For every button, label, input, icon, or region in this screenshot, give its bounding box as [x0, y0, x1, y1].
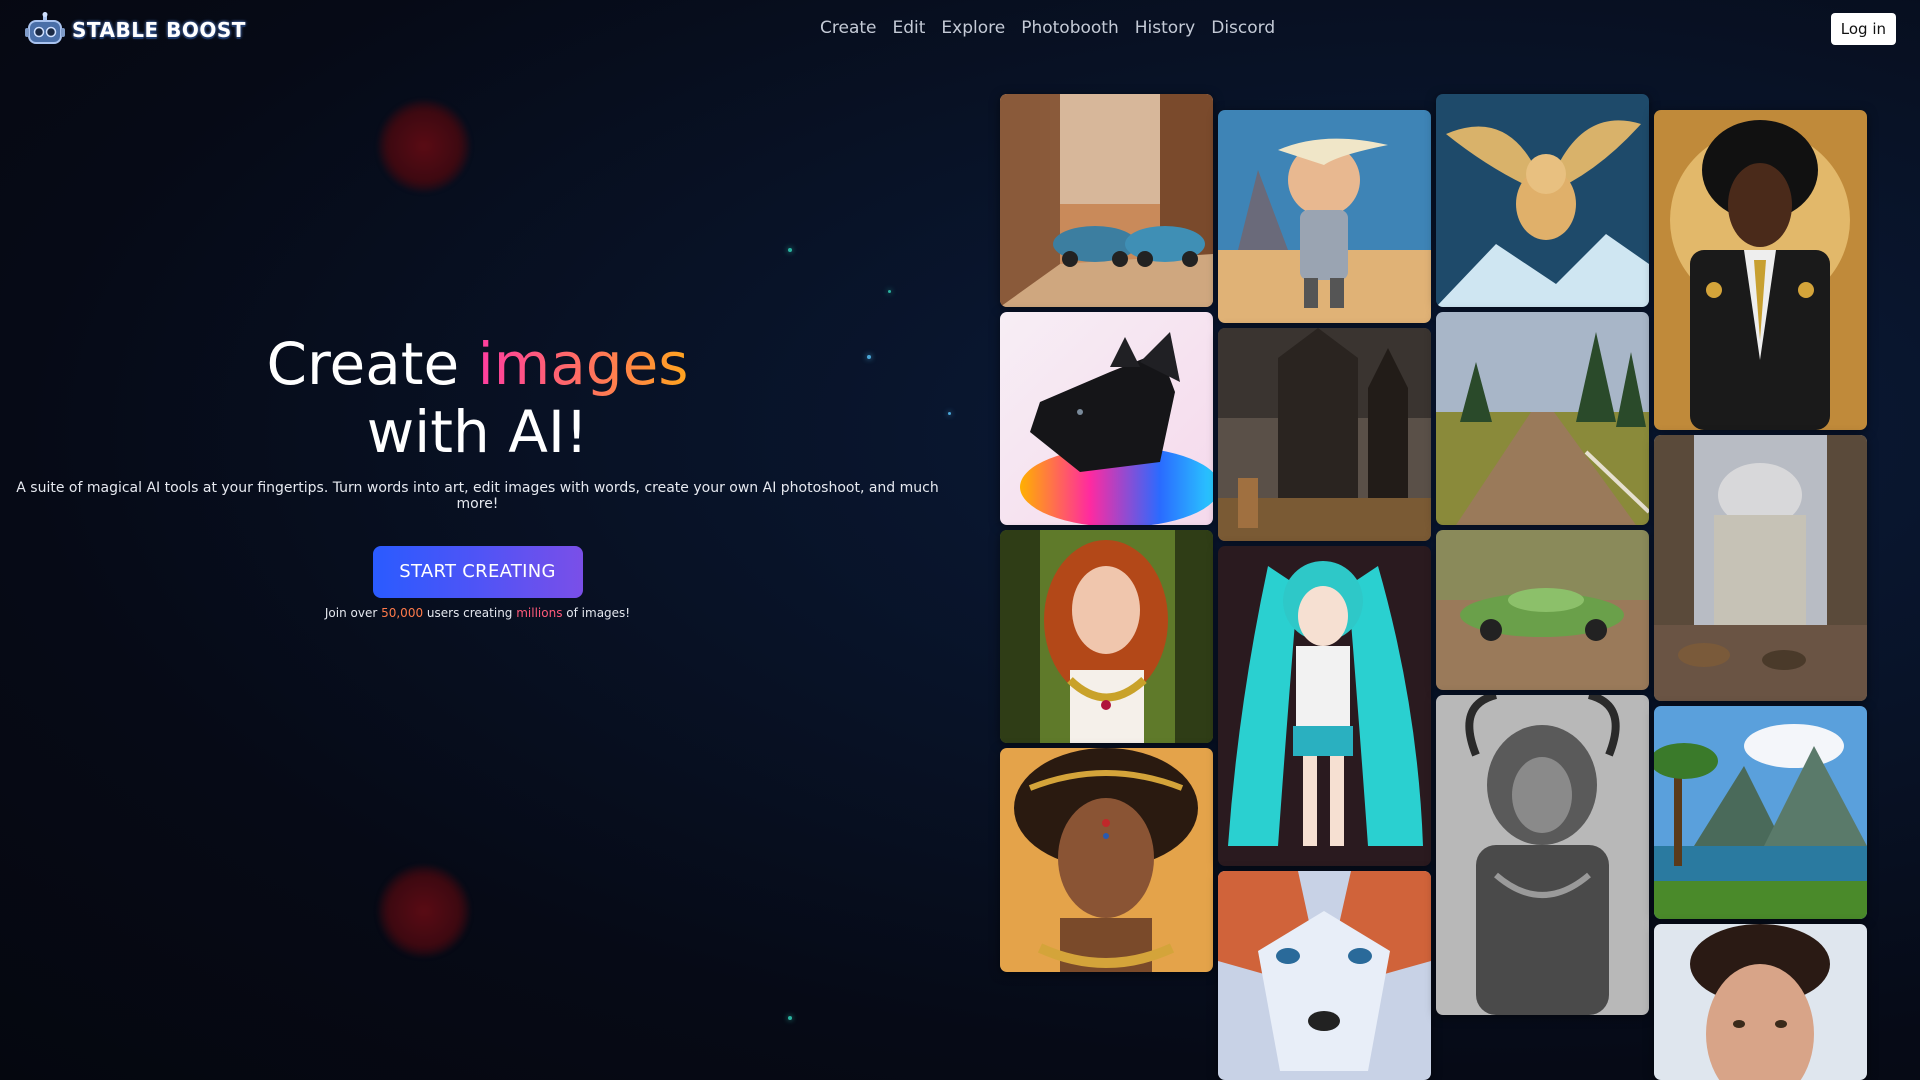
gallery-image-lake-valley[interactable] [1654, 706, 1867, 919]
background-star [788, 1016, 792, 1020]
nav-link-explore[interactable]: Explore [941, 18, 1005, 38]
gallery-image-anime-girl[interactable] [1218, 546, 1431, 866]
gallery-image-space-boy[interactable] [1218, 110, 1431, 323]
hero-title: Create images with AI! [0, 330, 955, 466]
join-users-count: 50,000 [381, 606, 424, 620]
gallery-image-golden-suit-man[interactable] [1654, 110, 1867, 430]
gallery-image-gothic-castle[interactable] [1218, 328, 1431, 541]
image-gallery [1000, 0, 1920, 1080]
gallery-image-dog-smoke[interactable] [1000, 312, 1213, 525]
gallery-image-african-queen[interactable] [1000, 748, 1213, 972]
join-millions: millions [516, 606, 563, 620]
background-star [788, 248, 792, 252]
background-glow [378, 865, 470, 957]
join-text: Join over 50,000 users creating millions… [0, 606, 955, 620]
start-creating-button[interactable]: START CREATING [372, 546, 583, 598]
gallery-image-lion-warrior[interactable] [1436, 695, 1649, 1015]
join-prefix: Join over [324, 606, 382, 620]
gallery-image-cars[interactable] [1000, 94, 1213, 307]
hero-title-line2: with AI! [366, 398, 589, 466]
robot-icon [24, 12, 66, 48]
gallery-image-flying-dog[interactable] [1436, 94, 1649, 307]
brand-logo[interactable]: STABLE BOOST [24, 10, 246, 50]
background-star [888, 290, 891, 293]
nav-link-edit[interactable]: Edit [893, 18, 926, 38]
gallery-image-fox[interactable] [1218, 871, 1431, 1080]
hero-title-prefix: Create [266, 330, 478, 398]
nav-link-create[interactable]: Create [820, 18, 877, 38]
brand-name: STABLE BOOST [72, 18, 246, 42]
hero-section: Create images with AI! A suite of magica… [0, 330, 955, 620]
hero-subtitle: A suite of magical AI tools at your fing… [16, 480, 939, 512]
gallery-image-green-car[interactable] [1436, 530, 1649, 690]
background-glow [378, 100, 470, 192]
gallery-image-red-hair-woman[interactable] [1000, 530, 1213, 743]
hero-title-highlight: images [477, 330, 689, 398]
gallery-image-woman-portrait[interactable] [1654, 924, 1867, 1080]
gallery-image-country-road[interactable] [1436, 312, 1649, 525]
join-middle: users creating [423, 606, 517, 620]
gallery-image-ruined-capitol[interactable] [1654, 435, 1867, 701]
join-suffix: of images! [562, 606, 631, 620]
